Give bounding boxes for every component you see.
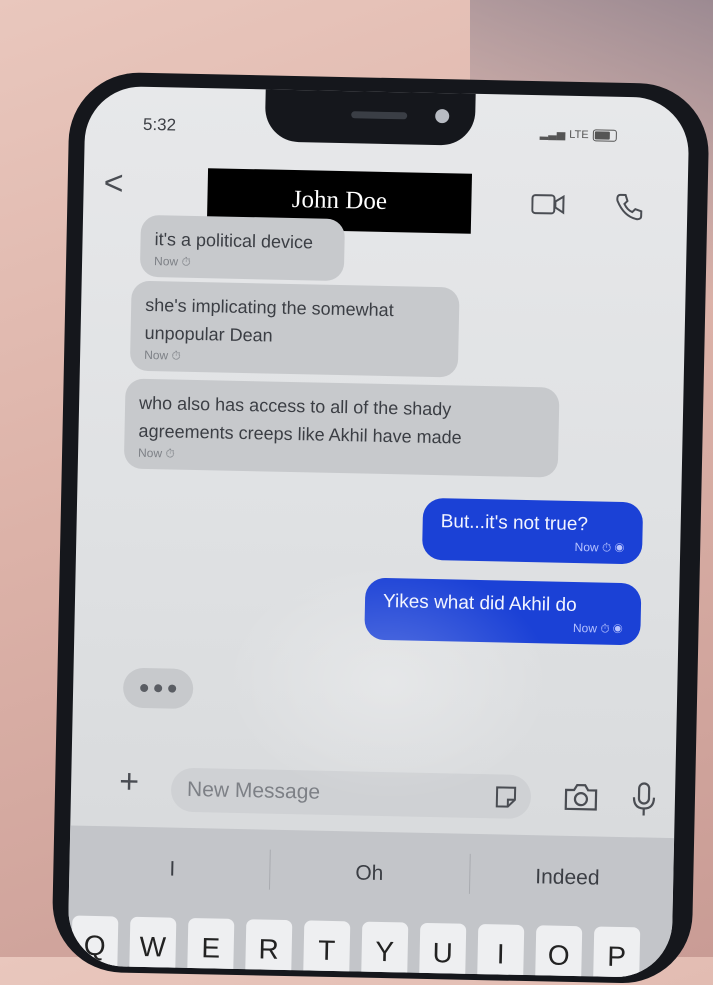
message-bubble-incoming[interactable]: it's a political device Now ⏱ <box>140 215 345 281</box>
suggestion-2[interactable]: Oh <box>355 861 384 886</box>
back-button[interactable]: < <box>103 164 124 203</box>
screen-glare <box>221 559 556 806</box>
message-timestamp: Now <box>154 254 178 268</box>
status-time: 5:32 <box>143 115 177 136</box>
read-receipt-icon: ◉ <box>613 622 623 636</box>
suggestion-divider <box>269 850 271 890</box>
speaker-grille <box>351 111 407 119</box>
clock-icon: ⏱ <box>171 348 181 362</box>
phone-call-icon[interactable] <box>613 192 644 223</box>
message-timestamp: Now <box>144 348 168 362</box>
key-u[interactable]: U <box>419 923 466 978</box>
message-timestamp: Now <box>573 621 597 635</box>
key-r[interactable]: R <box>245 919 292 978</box>
message-text: she's implicating the somewhat unpopular… <box>144 291 445 353</box>
camera-icon[interactable] <box>563 782 600 813</box>
notch <box>265 86 476 146</box>
message-bubble-incoming[interactable]: who also has access to all of the shady … <box>124 379 560 478</box>
network-label: LTE <box>569 128 589 140</box>
phone-device: 5:32 ▂▃▅ LTE < John Doe it's a political… <box>51 71 710 984</box>
clock-icon: ⏱ <box>600 622 610 636</box>
status-indicators: ▂▃▅ LTE <box>540 127 617 142</box>
key-y[interactable]: Y <box>361 922 408 978</box>
add-attachment-button[interactable]: + <box>119 762 140 801</box>
message-timestamp: Now <box>574 540 598 554</box>
key-p[interactable]: P <box>593 926 640 978</box>
key-e[interactable]: E <box>187 918 234 978</box>
key-w[interactable]: W <box>129 917 176 978</box>
suggestion-divider <box>469 854 471 894</box>
phone-screen: 5:32 ▂▃▅ LTE < John Doe it's a political… <box>67 86 689 978</box>
key-i[interactable]: I <box>477 924 524 978</box>
video-call-icon[interactable] <box>531 193 565 216</box>
key-q[interactable]: Q <box>71 916 118 977</box>
typing-dot <box>168 684 176 692</box>
message-text: But...it's not true? <box>440 508 625 540</box>
message-text: who also has access to all of the shady … <box>138 389 545 453</box>
message-text: it's a political device <box>154 225 331 257</box>
read-receipt-icon: ◉ <box>615 541 625 555</box>
suggestion-1[interactable]: I <box>169 858 175 882</box>
clock-icon: ⏱ <box>165 446 175 460</box>
typing-dot <box>140 684 148 692</box>
signal-icon: ▂▃▅ <box>540 127 566 141</box>
message-bubble-incoming[interactable]: she's implicating the somewhat unpopular… <box>130 281 460 378</box>
clock-icon: ⏱ <box>181 255 191 269</box>
key-o[interactable]: O <box>535 925 582 978</box>
microphone-icon[interactable] <box>631 781 658 818</box>
battery-icon <box>592 129 616 141</box>
message-timestamp: Now <box>138 446 162 460</box>
typing-indicator <box>123 668 194 709</box>
keyboard: I Oh Indeed Q W E R T Y U I O P <box>67 825 674 978</box>
front-camera <box>435 109 449 123</box>
clock-icon: ⏱ <box>602 541 612 555</box>
suggestion-3[interactable]: Indeed <box>535 865 600 890</box>
message-meta: Now ⏱ ◉ <box>440 536 624 556</box>
message-bubble-outgoing[interactable]: But...it's not true? Now ⏱ ◉ <box>422 498 643 565</box>
typing-dot <box>154 684 162 692</box>
key-t[interactable]: T <box>303 920 350 978</box>
